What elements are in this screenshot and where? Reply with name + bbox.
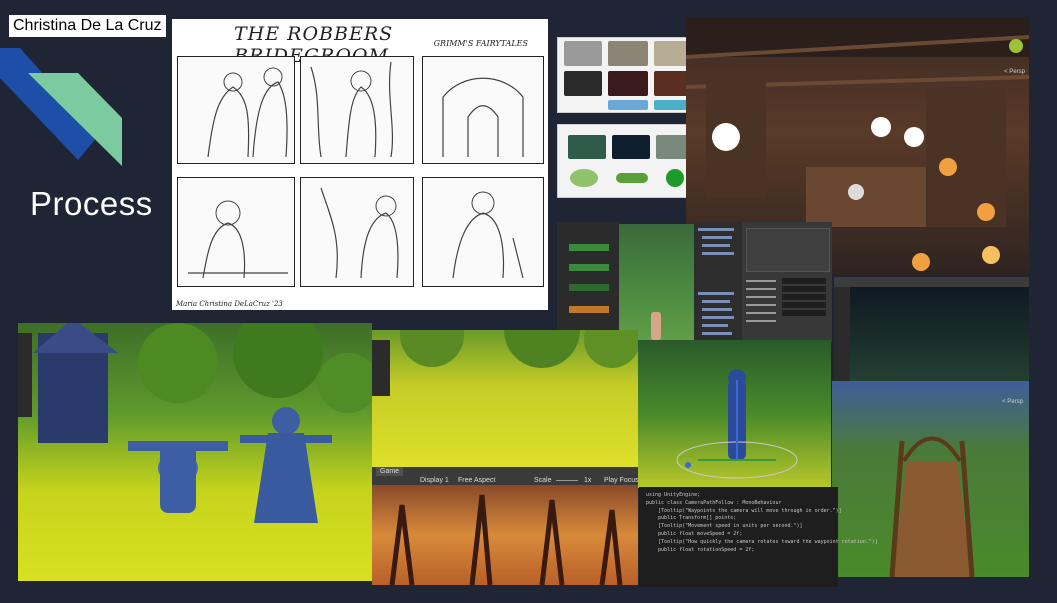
asset-thumbnail xyxy=(564,41,602,66)
asset-thumbnails-sheet xyxy=(557,37,703,113)
code-line: [Tooltip("Movement speed in units per se… xyxy=(646,523,803,530)
slide: Christina De La Cruz Process THE ROBBERS… xyxy=(0,0,1057,603)
dark-forest-viewport[interactable] xyxy=(850,287,1029,381)
play-focused-button[interactable]: Play Focuse xyxy=(604,476,643,485)
scene-view-dark-forest[interactable] xyxy=(834,277,1029,381)
code-line: public float moveSpeed = 2f; xyxy=(646,530,743,537)
meadow-scene-art xyxy=(33,323,372,523)
graph-node[interactable] xyxy=(569,306,609,313)
scene-view-bridge[interactable]: < Persp xyxy=(832,381,1029,577)
storyboard-panel xyxy=(300,177,414,287)
asset-thumbnails-sheet xyxy=(557,124,703,198)
asset-thumbnail xyxy=(616,173,648,183)
character-model xyxy=(651,312,661,340)
asset-thumbnail xyxy=(612,135,650,159)
asset-thumbnail xyxy=(568,135,606,159)
inspector-warning xyxy=(746,228,830,272)
asset-thumbnail xyxy=(608,41,648,66)
storyboard-panel xyxy=(177,177,295,287)
scene-toolbar[interactable] xyxy=(834,277,1029,287)
scene-gizmo-icon[interactable] xyxy=(1009,39,1023,53)
inspector-panel[interactable] xyxy=(742,222,832,342)
game-view-toolbar[interactable]: Game Display 1 Free Aspect Scale 1x Play… xyxy=(372,467,643,485)
storyboard-subtitle: GRIMM'S FAIRYTALES xyxy=(433,39,528,48)
code-line: [Tooltip("Waypoints the camera will move… xyxy=(646,507,842,514)
code-line: public class CameraPathFollow : MonoBeha… xyxy=(646,499,782,506)
aspect-select[interactable]: Free Aspect xyxy=(458,476,495,485)
asset-thumbnail xyxy=(570,169,598,187)
asset-thumbnail xyxy=(608,100,648,110)
code-line: public Transform[] points; xyxy=(646,515,737,522)
storyboard-sketch: THE ROBBERS BRIDEGROOM GRIMM'S FAIRYTALE… xyxy=(172,19,548,310)
hierarchy-list xyxy=(698,228,734,335)
scene-view-character-gizmo[interactable] xyxy=(638,340,831,488)
hierarchy-panel[interactable] xyxy=(694,222,742,357)
asset-thumbnail xyxy=(666,169,684,187)
scene-tool-palette[interactable] xyxy=(18,333,32,417)
code-line: public float rotationSpeed = 2f; xyxy=(646,546,755,553)
decorative-chevrons xyxy=(0,48,122,166)
code-line: using UnityEngine; xyxy=(646,492,701,498)
scale-label: Scale xyxy=(534,477,552,484)
display-select[interactable]: Display 1 xyxy=(420,476,449,485)
meadow-trees xyxy=(400,330,638,368)
scene-view-meadow[interactable] xyxy=(372,330,638,467)
slide-title: Process xyxy=(30,185,153,222)
asset-thumbnail xyxy=(564,71,602,96)
game-tab[interactable]: Game xyxy=(376,467,404,476)
inspector-fields xyxy=(746,278,826,322)
storyboard-panel xyxy=(177,56,295,164)
persp-label: < Persp xyxy=(1004,69,1025,75)
code-editor[interactable]: using UnityEngine; public class CameraPat… xyxy=(639,487,878,587)
scale-value: 1x xyxy=(584,477,592,484)
scale-slider[interactable] xyxy=(556,480,578,481)
character-gizmo-art xyxy=(676,369,798,479)
graph-node[interactable] xyxy=(569,244,609,251)
author-name: Christina De La Cruz xyxy=(9,15,166,37)
graph-node[interactable] xyxy=(569,264,609,271)
graph-node[interactable] xyxy=(569,284,609,291)
storyboard-panel xyxy=(422,177,544,287)
asset-thumbnail xyxy=(608,71,648,96)
bridge-art xyxy=(889,436,975,577)
code-line: [Tooltip("How quickly the camera rotates… xyxy=(646,538,878,545)
game-view-sunset-forest[interactable] xyxy=(372,485,638,585)
storyboard-signature: Maria Christina DeLaCruz '23 xyxy=(176,300,283,308)
scene-view-meadow-characters[interactable] xyxy=(18,323,372,581)
persp-label: < Persp xyxy=(1002,399,1023,405)
scene-tool-palette[interactable] xyxy=(372,340,390,396)
storyboard-panel xyxy=(300,56,414,164)
storyboard-panel xyxy=(422,56,544,164)
sunset-trees xyxy=(389,494,623,585)
